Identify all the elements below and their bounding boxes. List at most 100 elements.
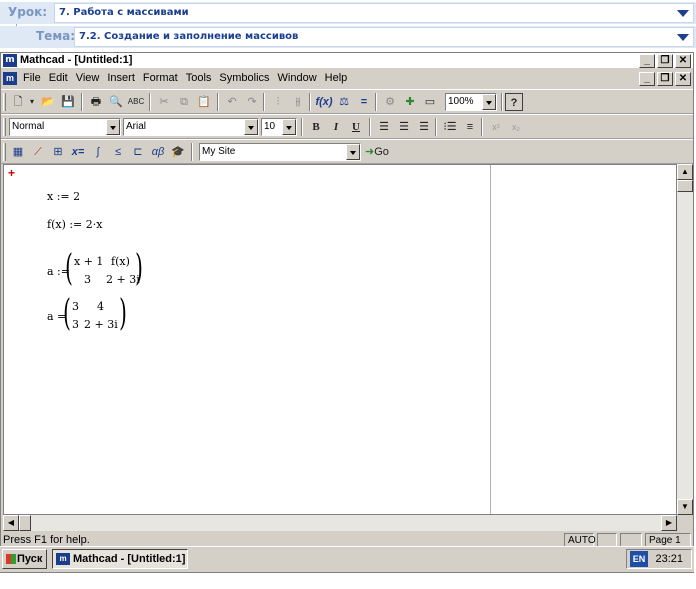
- matrix-icon[interactable]: ⊞: [49, 143, 67, 161]
- go-button[interactable]: ➜Go: [365, 143, 395, 161]
- zoom-select[interactable]: 100%: [445, 93, 497, 111]
- dropdown-arrow-icon[interactable]: [677, 10, 689, 17]
- superscript-icon[interactable]: x²: [487, 118, 505, 136]
- menu-format[interactable]: Format: [143, 72, 178, 84]
- horizontal-scrollbar[interactable]: ◀ ▶: [3, 515, 677, 531]
- close-button[interactable]: ✕: [675, 54, 691, 68]
- menu-edit[interactable]: Edit: [49, 72, 68, 84]
- math-region-f[interactable]: f(x) := 2·x: [47, 218, 102, 231]
- programming-icon[interactable]: ⊏: [129, 143, 147, 161]
- mathcad-app-icon: m: [56, 553, 70, 565]
- undo-icon[interactable]: ↶: [223, 93, 241, 111]
- copy-icon[interactable]: ⧉: [175, 93, 193, 111]
- lesson-select[interactable]: 7. Работа с массивами: [54, 3, 694, 23]
- insert-unit-icon[interactable]: ⚖: [335, 93, 353, 111]
- cut-icon[interactable]: ✂: [155, 93, 173, 111]
- open-folder-icon[interactable]: 📂: [39, 93, 57, 111]
- doc-minimize-button[interactable]: _: [639, 72, 655, 86]
- insert-component-icon[interactable]: ⚙: [381, 93, 399, 111]
- graph-icon[interactable]: ⟋: [29, 143, 47, 161]
- style-dropdown-icon[interactable]: [106, 119, 120, 135]
- menu-tools[interactable]: Tools: [186, 72, 212, 84]
- toolbar-grip[interactable]: [3, 93, 6, 111]
- scroll-thumb[interactable]: [19, 515, 31, 531]
- insert-function-icon[interactable]: f(x): [315, 93, 333, 111]
- align-down-icon[interactable]: ⫵: [289, 93, 307, 111]
- worksheet[interactable]: + x := 2 f(x) := 2·x a := ( x + 1 f(x) 3…: [3, 164, 677, 515]
- symbolic-icon[interactable]: 🎓: [169, 143, 187, 161]
- print-preview-icon[interactable]: 🔍: [107, 93, 125, 111]
- menu-insert[interactable]: Insert: [107, 72, 135, 84]
- redo-icon[interactable]: ↷: [243, 93, 261, 111]
- spell-check-icon[interactable]: ABC: [127, 93, 145, 111]
- taskbar-mathcad-button[interactable]: m Mathcad - [Untitled:1]: [52, 549, 188, 569]
- site-select[interactable]: My Site: [199, 143, 361, 161]
- scroll-left-icon[interactable]: ◀: [3, 515, 19, 531]
- subscript-icon[interactable]: x₂: [507, 118, 525, 136]
- status-help-text: Press F1 for help.: [3, 534, 90, 546]
- toolbar-grip[interactable]: [3, 118, 6, 136]
- right-paren: ): [135, 248, 143, 289]
- menu-bar: m File Edit View Insert Format Tools Symbolics…: [1, 70, 693, 88]
- style-select[interactable]: Normal: [9, 118, 121, 136]
- component-wizard-icon[interactable]: ▭: [421, 93, 439, 111]
- calculator-icon[interactable]: ▦: [9, 143, 27, 161]
- paste-icon[interactable]: 📋: [195, 93, 213, 111]
- site-dropdown-icon[interactable]: [346, 144, 360, 160]
- menu-view[interactable]: View: [76, 72, 100, 84]
- scroll-right-icon[interactable]: ▶: [661, 515, 677, 531]
- help-icon[interactable]: ?: [505, 93, 523, 111]
- save-icon[interactable]: 💾: [59, 93, 77, 111]
- mathcad-app-icon[interactable]: m: [3, 54, 17, 67]
- bullets-icon[interactable]: ⁝☰: [441, 118, 459, 136]
- boolean-icon[interactable]: ≤: [109, 143, 127, 161]
- dropdown-arrow-icon[interactable]: [677, 34, 689, 41]
- clock: 23:21: [655, 553, 683, 565]
- evaluation-icon[interactable]: x=: [69, 143, 87, 161]
- print-icon[interactable]: 🖶: [87, 93, 105, 111]
- calculus-icon[interactable]: ∫: [89, 143, 107, 161]
- size-select[interactable]: 10: [261, 118, 297, 136]
- restore-button[interactable]: ❐: [657, 54, 673, 68]
- menu-file[interactable]: File: [23, 72, 41, 84]
- title-bar: m Mathcad - [Untitled:1] _ ❐ ✕: [1, 53, 693, 69]
- doc-restore-button[interactable]: ❐: [657, 72, 673, 86]
- menu-help[interactable]: Help: [325, 72, 348, 84]
- vertical-scrollbar[interactable]: ▲ ▼: [677, 164, 693, 515]
- resources-icon[interactable]: ✚: [401, 93, 419, 111]
- greek-icon[interactable]: αβ: [149, 143, 167, 161]
- separator: [481, 118, 483, 136]
- numbering-icon[interactable]: ≡: [461, 118, 479, 136]
- italic-button[interactable]: I: [327, 118, 345, 136]
- scroll-down-icon[interactable]: ▼: [677, 499, 693, 515]
- math-region-x[interactable]: x := 2: [47, 190, 80, 203]
- separator: [191, 143, 193, 161]
- doc-close-button[interactable]: ✕: [675, 72, 691, 86]
- scroll-up-icon[interactable]: ▲: [677, 164, 693, 180]
- scroll-thumb[interactable]: [677, 180, 693, 192]
- toolbar-grip[interactable]: [3, 143, 6, 161]
- lesson-value: 7. Работа с массивами: [59, 7, 189, 18]
- size-dropdown-icon[interactable]: [282, 119, 296, 135]
- new-dropdown-icon[interactable]: ▾: [27, 93, 37, 111]
- align-left-icon[interactable]: ☰: [375, 118, 393, 136]
- new-document-icon[interactable]: 🗋: [9, 93, 27, 111]
- align-right-icon[interactable]: ☰: [415, 118, 433, 136]
- topic-select[interactable]: 7.2. Создание и заполнение массивов: [74, 27, 694, 47]
- zoom-dropdown-icon[interactable]: [482, 94, 496, 110]
- menu-window[interactable]: Window: [278, 72, 317, 84]
- font-dropdown-icon[interactable]: [244, 119, 258, 135]
- matrix-result[interactable]: ( 3 4 3 2 + 3i ): [63, 296, 128, 334]
- bold-button[interactable]: B: [307, 118, 325, 136]
- menu-symbolics[interactable]: Symbolics: [219, 72, 269, 84]
- minimize-button[interactable]: _: [639, 54, 655, 68]
- document-icon[interactable]: m: [3, 72, 17, 85]
- align-center-icon[interactable]: ☰: [395, 118, 413, 136]
- taskbar: Пуск m Mathcad - [Untitled:1] EN 23:21: [0, 546, 694, 572]
- matrix-definition[interactable]: ( x + 1 f(x) 3 2 + 3i ): [65, 248, 146, 289]
- font-select[interactable]: Arial: [123, 118, 259, 136]
- align-across-icon[interactable]: ⫶: [269, 93, 287, 111]
- start-button[interactable]: Пуск: [2, 549, 47, 569]
- underline-button[interactable]: U: [347, 118, 365, 136]
- calculate-icon[interactable]: =: [355, 93, 373, 111]
